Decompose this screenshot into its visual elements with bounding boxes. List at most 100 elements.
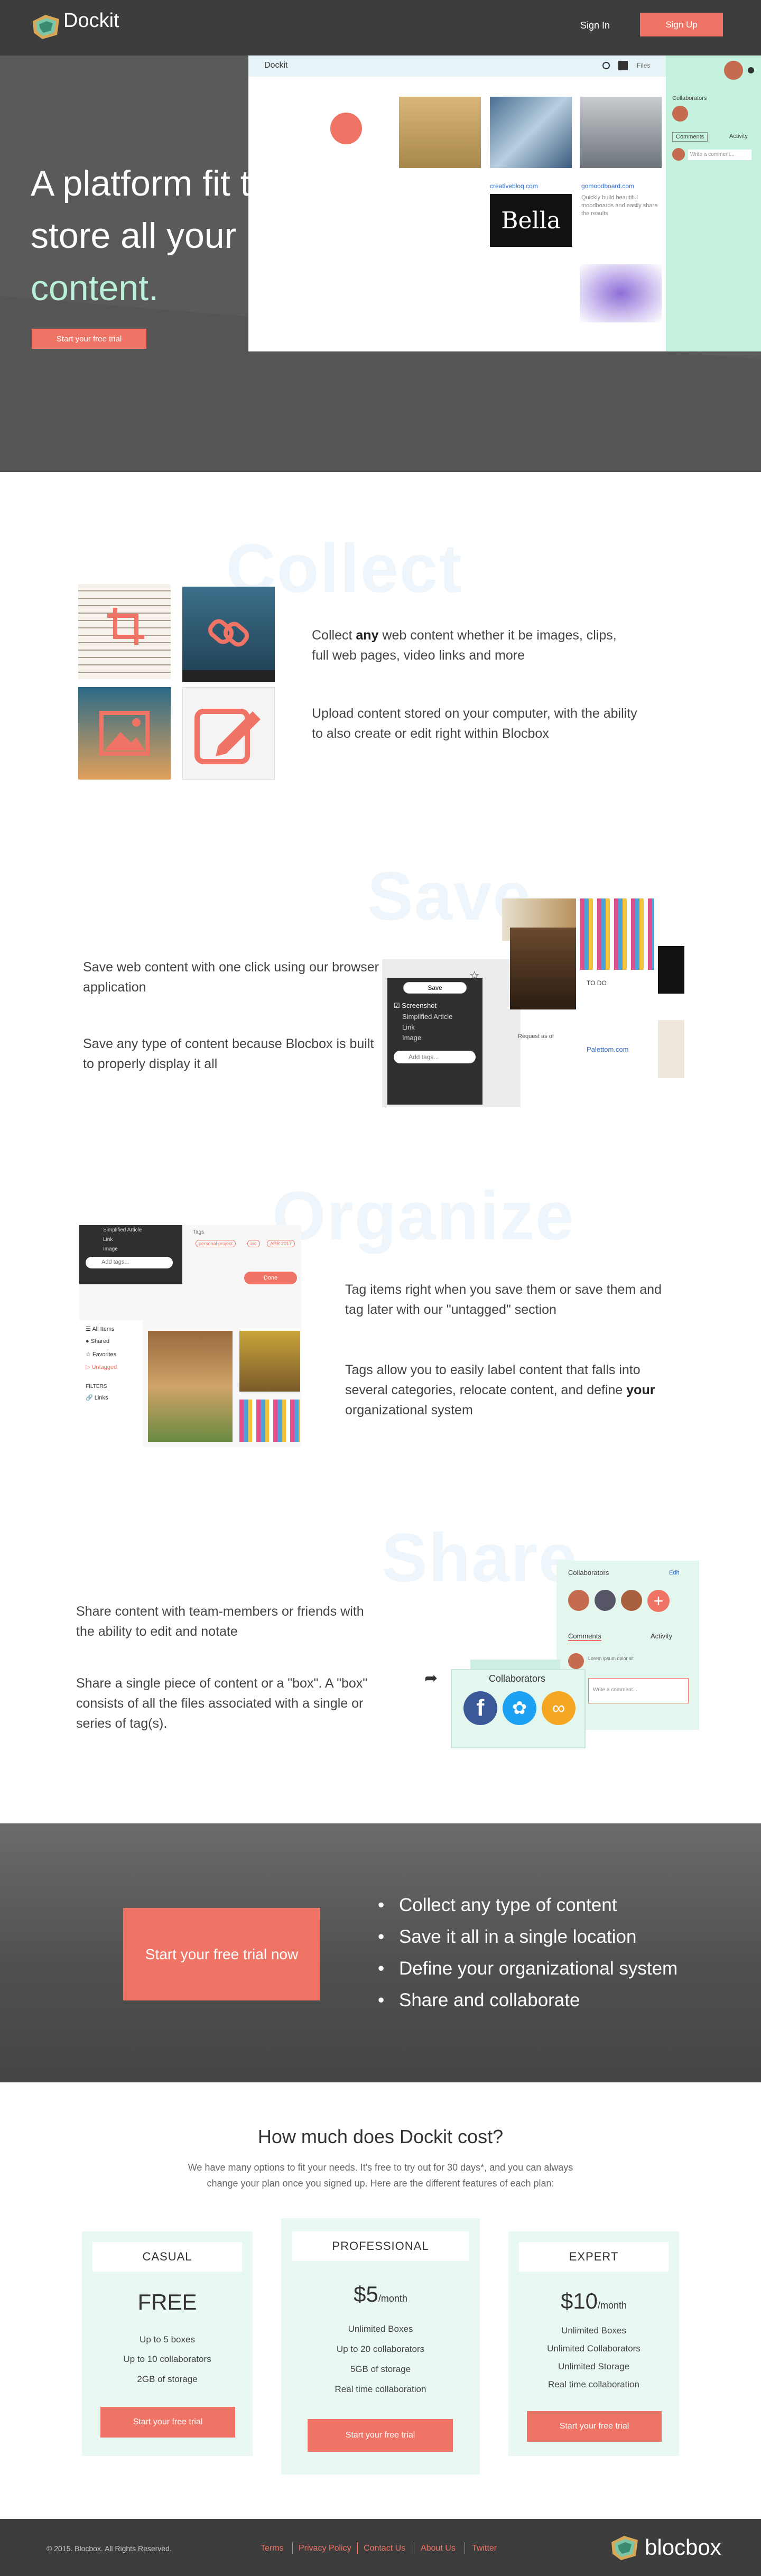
- edit-pencil-icon: [194, 709, 261, 764]
- share-ghost-heading: Share: [382, 1519, 578, 1596]
- app-toolbar: Dockit Files: [248, 55, 666, 77]
- share-tab-activity[interactable]: Activity: [651, 1632, 672, 1640]
- hero-title: A platform fit to store all your content…: [31, 157, 401, 314]
- nav-all-items[interactable]: ☰ All Items: [86, 1326, 115, 1332]
- organize-ghost-heading: Organize: [272, 1177, 575, 1254]
- plan-price: FREE: [137, 2290, 197, 2314]
- comment-avatar-1: [568, 1653, 584, 1669]
- share-arrow-icon: ➦: [424, 1670, 438, 1687]
- thumb-girl-field[interactable]: [399, 97, 481, 168]
- bullet-collect: Collect any type of content: [378, 1895, 617, 1916]
- collaborator-avatar-2[interactable]: [595, 1590, 616, 1611]
- collect-image-text-page: [78, 584, 171, 679]
- option-link[interactable]: Link: [402, 1023, 415, 1031]
- add-button[interactable]: [330, 113, 362, 144]
- thumb-gray[interactable]: [580, 97, 662, 168]
- expert-trial-button[interactable]: Start your free trial: [527, 2411, 662, 2442]
- save-text-1: Save web content with one click using ou…: [83, 960, 379, 995]
- footer-link-twitter[interactable]: Twitter: [472, 2544, 497, 2553]
- footer: © 2015. Blocbox. All Rights Reserved. Te…: [0, 2519, 761, 2576]
- collaborator-avatar-1[interactable]: [568, 1590, 589, 1611]
- done-button[interactable]: Done: [244, 1272, 297, 1284]
- tab-comments[interactable]: Comments: [672, 132, 708, 142]
- plan-price: $5/month: [354, 2282, 407, 2306]
- link-icon: [208, 619, 249, 647]
- tag-chip-2[interactable]: inc: [247, 1240, 260, 1247]
- plan-feature: Unlimited Boxes: [348, 2324, 413, 2334]
- user-avatar[interactable]: [724, 61, 743, 80]
- casual-trial-button[interactable]: Start your free trial: [100, 2407, 235, 2438]
- tags-label: Tags: [193, 1229, 205, 1235]
- pricing-title: How much does Dockit cost?: [257, 2126, 504, 2147]
- save-thumb-light: [658, 1020, 684, 1078]
- topbar-diagonal: [248, 0, 328, 55]
- thumb-bella[interactable]: Bella: [490, 194, 572, 247]
- organize-app-mock: Simplified Article Link Image Add tags..…: [79, 1225, 301, 1447]
- pricing-description: We have many options to fit your needs. …: [188, 2162, 573, 2189]
- twitter-icon[interactable]: ✿: [503, 1691, 536, 1725]
- thumb-marble[interactable]: [490, 97, 572, 168]
- link-share-icon[interactable]: ∞: [542, 1691, 576, 1725]
- plan-feature: Unlimited Storage: [558, 2361, 630, 2371]
- footer-link-about[interactable]: About Us: [421, 2544, 456, 2553]
- professional-trial-button[interactable]: Start your free trial: [308, 2419, 453, 2452]
- cta-band: [0, 1823, 761, 2082]
- organize-girl-thumb: [239, 1331, 300, 1392]
- gear-icon[interactable]: [748, 67, 754, 73]
- share-edit-link[interactable]: Edit: [669, 1570, 679, 1576]
- menu-article[interactable]: Simplified Article: [103, 1227, 142, 1233]
- footer-link-terms[interactable]: Terms: [261, 2544, 284, 2553]
- thumb-link-2[interactable]: gomoodboard.com: [581, 182, 634, 190]
- footer-link-privacy[interactable]: Privacy Policy: [299, 2544, 351, 2553]
- footer-link-contact[interactable]: Contact Us: [364, 2544, 405, 2553]
- save-request-text: Request as of: [518, 1033, 554, 1040]
- tab-activity[interactable]: Activity: [729, 133, 748, 140]
- tag-chip-3[interactable]: APR 2017: [267, 1240, 295, 1247]
- filter-links[interactable]: 🔗 Links: [86, 1394, 108, 1401]
- bullet-organize: Define your organizational system: [378, 1958, 678, 1979]
- add-tags-input[interactable]: Add tags...: [394, 1051, 476, 1063]
- tag-chip-1[interactable]: personal project: [196, 1240, 236, 1247]
- tag-menu: Simplified Article Link Image Add tags..…: [79, 1225, 182, 1284]
- share-text-2: Share a single piece of content or a "bo…: [76, 1676, 368, 1731]
- collaborator-avatar[interactable]: [672, 106, 688, 122]
- nav-untagged[interactable]: ▷ Untagged: [86, 1364, 117, 1370]
- menu-image[interactable]: Image: [103, 1246, 118, 1252]
- footer-divider: [357, 2542, 358, 2554]
- video-controls: [182, 670, 275, 682]
- hero-trial-button[interactable]: Start your free trial: [32, 329, 146, 349]
- share-tab-comments[interactable]: Comments: [568, 1632, 601, 1641]
- collaborators-label: Collaborators: [672, 95, 707, 101]
- option-image[interactable]: Image: [402, 1034, 421, 1042]
- plan-card-professional: PROFESSIONAL $5/month Unlimited Boxes Up…: [281, 2218, 480, 2475]
- plan-feature: Unlimited Boxes: [561, 2325, 626, 2336]
- nav-shared[interactable]: ● Shared: [86, 1338, 109, 1345]
- popup-save-button[interactable]: Save: [403, 982, 467, 994]
- plan-feature: Unlimited Collaborators: [547, 2343, 641, 2353]
- tag-input[interactable]: Add tags...: [86, 1257, 173, 1268]
- option-article[interactable]: Simplified Article: [402, 1013, 452, 1021]
- organize-food-thumb: [148, 1331, 233, 1442]
- share-social-box: Collaborators f ✿ ∞: [451, 1669, 586, 1748]
- files-toggle[interactable]: Files: [637, 62, 650, 69]
- thumb-link-1[interactable]: creativebloq.com: [490, 182, 538, 190]
- edit-icon[interactable]: [618, 61, 628, 70]
- app-title: Dockit: [264, 61, 288, 70]
- nav-favorites[interactable]: ☆ Favorites: [86, 1351, 116, 1358]
- save-palette-link[interactable]: Palettom.com: [587, 1045, 628, 1053]
- plan-card-expert: EXPERT $10/month Unlimited Boxes Unlimit…: [508, 2231, 679, 2456]
- share-comment-input[interactable]: Write a comment...: [588, 1678, 689, 1703]
- menu-link[interactable]: Link: [103, 1237, 113, 1243]
- plan-feature: Real time collaboration: [548, 2379, 639, 2389]
- organize-sidebar: ☰ All Items ● Shared ☆ Favorites ▷ Untag…: [79, 1320, 143, 1447]
- facebook-icon[interactable]: f: [463, 1691, 497, 1725]
- collaborator-avatar-3[interactable]: [621, 1590, 642, 1611]
- share-social-title: Collaborators: [489, 1673, 546, 1684]
- thumb-purple[interactable]: [580, 264, 662, 322]
- option-screenshot[interactable]: ☑ Screenshot: [394, 1002, 437, 1010]
- add-collaborator-icon[interactable]: +: [647, 1590, 670, 1612]
- search-icon[interactable]: [602, 62, 610, 69]
- comment-input[interactable]: Write a comment...: [688, 150, 751, 160]
- footer-brand[interactable]: blocbox: [645, 2535, 721, 2560]
- band-trial-button[interactable]: Start your free trial now: [123, 1908, 320, 2000]
